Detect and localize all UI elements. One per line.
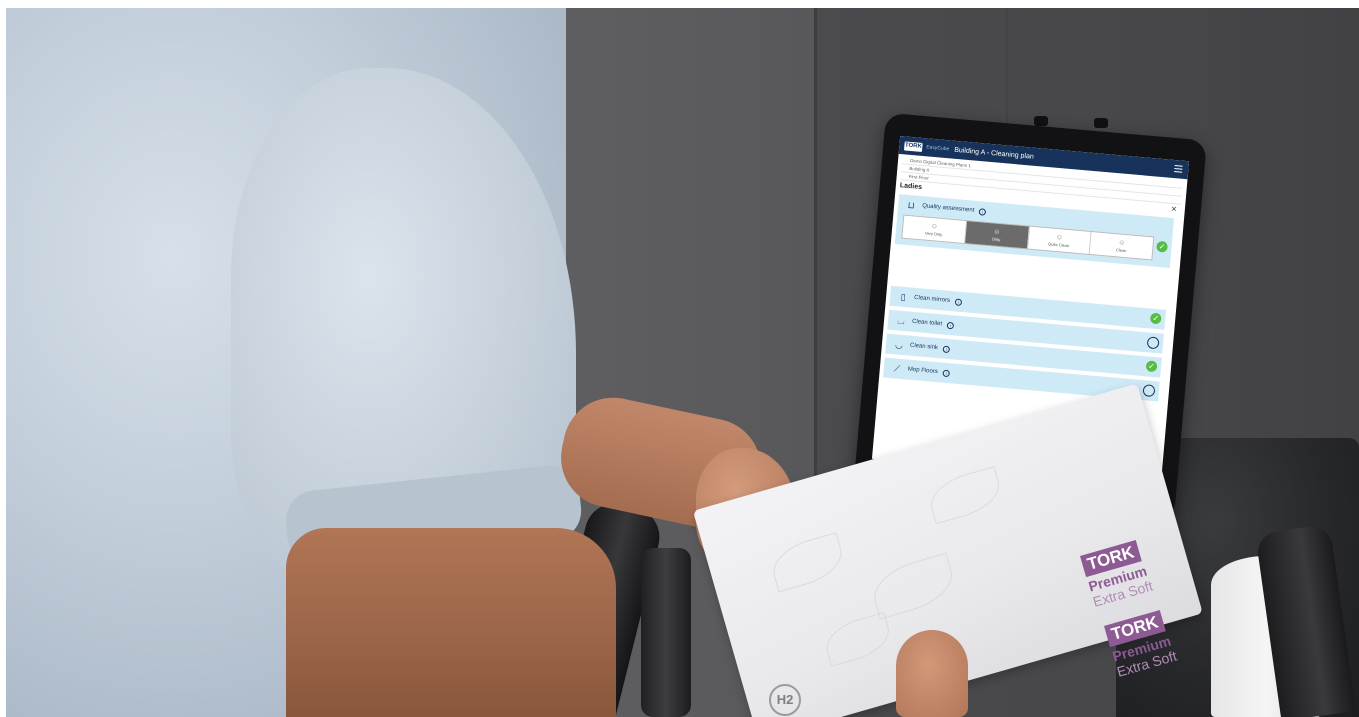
pending-circle-icon[interactable]: [1142, 384, 1156, 398]
leaf-pattern: [924, 466, 1006, 525]
close-icon[interactable]: ×: [1171, 204, 1178, 215]
photo-scene: TORK EasyCube Building A - Cleaning plan…: [6, 8, 1359, 717]
check-icon[interactable]: ✓: [1149, 312, 1162, 325]
check-icon[interactable]: ✓: [1145, 360, 1158, 373]
info-icon[interactable]: i: [946, 321, 955, 329]
h2-badge: H2: [769, 684, 801, 716]
rating-option-quite-clean[interactable]: ☺ Quite Clean: [1027, 226, 1092, 254]
leaf-pattern: [820, 612, 895, 667]
tork-logo: TORK: [903, 140, 923, 152]
info-icon[interactable]: i: [942, 345, 951, 353]
app-brand: EasyCube: [926, 144, 950, 153]
task-label: Mop Floors: [907, 366, 939, 376]
sink-icon: ◡: [894, 338, 904, 350]
section-title: Ladies: [899, 182, 923, 192]
cart-icon: ⊔: [907, 199, 916, 211]
pending-circle-icon[interactable]: [1146, 336, 1160, 350]
page-title: Building A - Cleaning plan: [953, 146, 1035, 161]
info-icon[interactable]: i: [954, 297, 963, 306]
toilet-icon: ⌴: [897, 314, 906, 326]
hamburger-menu-icon[interactable]: [1174, 165, 1183, 173]
info-icon[interactable]: i: [978, 207, 987, 216]
leaf-pattern: [767, 532, 848, 593]
task-label: Clean sink: [909, 342, 939, 352]
task-label: Clean toilet: [911, 318, 943, 328]
mirror-icon: ▯: [900, 291, 907, 302]
rating-option-dirty[interactable]: ☺ Dirty: [964, 221, 1030, 249]
person-hand-holding: [896, 630, 968, 717]
mount-clip: [1094, 118, 1108, 128]
person-arm: [286, 528, 616, 717]
quality-assessment-card: ⊔ Quality assessment i ✓ ☺ Very Dirty ☺ Di…: [894, 194, 1175, 268]
task-label: Quality assessment: [921, 203, 975, 214]
info-icon[interactable]: i: [942, 369, 951, 377]
check-icon: ✓: [1156, 240, 1168, 253]
task-label: Clean mirrors: [913, 294, 951, 304]
rating-option-clean[interactable]: ☺ Clean: [1090, 232, 1153, 259]
mount-clip: [1034, 116, 1048, 126]
cart-handle-base: [641, 548, 691, 717]
rating-option-very-dirty[interactable]: ☺ Very Dirty: [902, 215, 967, 244]
leaf-pattern: [867, 552, 959, 620]
mop-icon: ⟋: [893, 362, 901, 374]
